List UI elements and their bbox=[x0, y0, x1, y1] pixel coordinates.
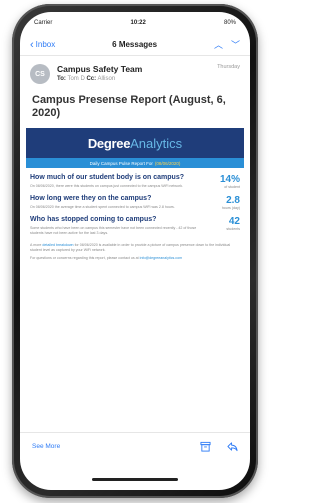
report-section: How long were they on the campus? On 08/… bbox=[26, 189, 244, 210]
brand-banner: Degree Analytics bbox=[26, 128, 244, 158]
section-value: 42 bbox=[228, 216, 240, 227]
phone-frame: Carrier 10:22 80% ‹ Inbox 6 Messages ︿ ﹀… bbox=[12, 4, 258, 498]
brand-name-bold: Degree bbox=[87, 135, 131, 151]
section-text: On 08/06/2020 the average time a student… bbox=[30, 205, 175, 209]
section-unit: students bbox=[226, 227, 240, 231]
nav-title: 6 Messages bbox=[112, 40, 158, 49]
section-value: 14% bbox=[219, 174, 240, 185]
section-unit: of student bbox=[224, 185, 240, 189]
sender-header: CS Campus Safety Team Thursday To: Tom D… bbox=[20, 56, 250, 88]
archive-icon[interactable] bbox=[200, 441, 211, 452]
section-value: 2.8 bbox=[226, 195, 240, 206]
section-text: Some students who have been on campus th… bbox=[30, 226, 197, 235]
recipients-line[interactable]: To: Tom D Cc: Allison bbox=[57, 76, 240, 82]
to-name: Tom D bbox=[67, 76, 85, 82]
chevron-down-icon[interactable]: ﹀ bbox=[231, 38, 240, 51]
section-heading: How long were they on the campus? bbox=[30, 195, 152, 202]
home-indicator[interactable] bbox=[92, 478, 178, 481]
footnote-text: For questions or concerns regarding this… bbox=[30, 255, 139, 260]
pulse-strip: Daily Campus Pulse Report For (08/06/202… bbox=[26, 158, 244, 168]
phone-screen: Carrier 10:22 80% ‹ Inbox 6 Messages ︿ ﹀… bbox=[20, 12, 250, 490]
section-unit: hours (day) bbox=[221, 206, 240, 210]
message-arrows: ︿ ﹀ bbox=[214, 38, 240, 51]
nav-bar: ‹ Inbox 6 Messages ︿ ﹀ bbox=[20, 34, 250, 56]
email-subject: Campus Presense Report (August, 6, 2020) bbox=[32, 94, 226, 119]
chevron-left-icon: ‹ bbox=[30, 38, 34, 51]
avatar: CS bbox=[30, 64, 50, 84]
report-section: How much of our student body is on campu… bbox=[26, 168, 244, 189]
email-body: Degree Analytics Daily Campus Pulse Repo… bbox=[26, 128, 244, 261]
footnote-text: A more bbox=[30, 243, 42, 248]
to-label: To: bbox=[57, 76, 66, 82]
clock: 10:22 bbox=[130, 20, 146, 26]
report-section: Who has stopped coming to campus? Some s… bbox=[26, 210, 244, 235]
back-label: Inbox bbox=[35, 40, 56, 49]
bottom-toolbar: See More bbox=[20, 432, 250, 460]
see-more-button[interactable]: See More bbox=[32, 443, 60, 450]
battery-label: 80% bbox=[223, 20, 236, 26]
report-footnote: A more detailed breakdown for 08/06/2020… bbox=[26, 235, 244, 260]
brand-name-light: Analytics bbox=[130, 135, 183, 151]
chevron-up-icon[interactable]: ︿ bbox=[214, 38, 223, 51]
status-bar: Carrier 10:22 80% bbox=[20, 12, 250, 34]
section-heading: Who has stopped coming to campus? bbox=[30, 216, 157, 223]
back-button[interactable]: ‹ Inbox bbox=[30, 38, 56, 51]
sender-info: Campus Safety Team Thursday To: Tom D Cc… bbox=[57, 64, 240, 84]
pulse-date: (08/06/2020) bbox=[154, 160, 181, 166]
carrier-label: Carrier bbox=[34, 20, 53, 26]
sender-name[interactable]: Campus Safety Team bbox=[57, 64, 142, 74]
contact-email-link[interactable]: info@degreeanalytics.com bbox=[140, 256, 182, 260]
sender-date: Thursday bbox=[217, 64, 240, 70]
cc-name: Allison bbox=[97, 76, 116, 82]
section-text: On 08/06/2020, there were this students … bbox=[30, 184, 184, 188]
cc-label: Cc: bbox=[86, 76, 97, 82]
detailed-breakdown-link[interactable]: detailed breakdown bbox=[42, 243, 73, 247]
reply-icon[interactable] bbox=[227, 441, 238, 452]
section-heading: How much of our student body is on campu… bbox=[30, 174, 185, 181]
pulse-label: Daily Campus Pulse Report For bbox=[89, 160, 153, 166]
